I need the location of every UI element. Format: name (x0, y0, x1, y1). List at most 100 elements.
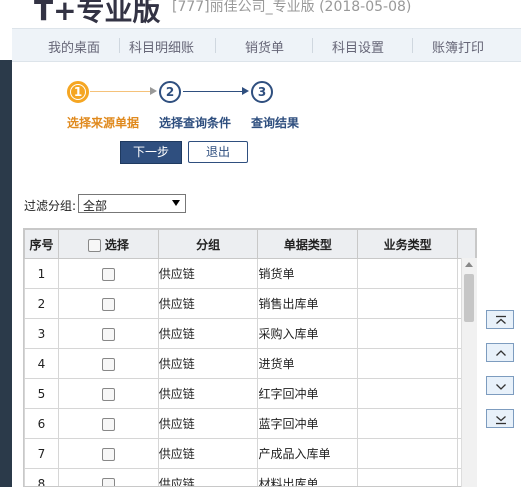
scrollbar-thumb[interactable] (464, 274, 474, 322)
row-checkbox[interactable] (101, 267, 115, 281)
row-biz-type (357, 468, 458, 486)
row-group: 供应链 (157, 438, 259, 469)
row-checkbox[interactable] (101, 357, 115, 371)
row-select-cell[interactable] (57, 318, 159, 349)
row-select-cell[interactable] (57, 468, 159, 486)
row-index: 7 (24, 438, 59, 469)
row-biz-type (357, 348, 458, 379)
row-biz-type (357, 258, 458, 289)
column-header-index: 序号 (24, 229, 59, 259)
app-sidebar-strip (0, 60, 12, 487)
row-index: 8 (24, 468, 59, 486)
nav-bar: 我的桌面 科目明细账 销货单 科目设置 账簿打印 (12, 28, 521, 62)
step-3-label: 查询结果 (251, 116, 300, 130)
filter-group-select[interactable]: 全部 (78, 194, 186, 213)
row-biz-type (357, 288, 458, 319)
row-select-cell[interactable] (57, 408, 159, 439)
row-doc-type: 产成品入库单 (257, 438, 359, 469)
row-index: 4 (24, 348, 59, 379)
move-to-bottom-button[interactable] (486, 409, 514, 428)
nav-tab-sales-order[interactable]: 销货单 (245, 37, 284, 56)
table-row[interactable]: 8 供应链 材料出库单 (24, 468, 476, 486)
row-index: 6 (24, 408, 59, 439)
move-top-icon (496, 315, 506, 324)
row-biz-type (357, 378, 458, 409)
nav-divider (412, 38, 413, 53)
move-up-icon (496, 350, 506, 356)
app-header: T+专业版 [777]丽佳公司_专业版 (2018-05-08) (0, 0, 521, 27)
next-step-button[interactable]: 下一步 (120, 141, 182, 164)
row-checkbox[interactable] (101, 327, 115, 341)
row-group: 供应链 (157, 288, 259, 319)
nav-divider (312, 38, 313, 53)
table-row[interactable]: 2 供应链 销售出库单 (24, 288, 476, 319)
column-header-group[interactable]: 分组 (157, 229, 259, 259)
exit-button[interactable]: 退出 (188, 141, 248, 163)
row-select-cell[interactable] (57, 438, 159, 469)
move-bottom-icon (496, 416, 506, 425)
row-biz-type (357, 408, 458, 439)
row-select-cell[interactable] (57, 378, 159, 409)
app-logo: T+专业版 (34, 0, 161, 27)
step-3-circle: 3 (251, 81, 273, 103)
row-doc-type: 红字回冲单 (257, 378, 359, 409)
nav-tab-account-detail[interactable]: 科目明细账 (129, 37, 194, 56)
row-checkbox[interactable] (101, 447, 115, 461)
row-doc-type: 蓝字回冲单 (257, 408, 359, 439)
filter-group-label: 过滤分组: (24, 199, 77, 213)
row-checkbox[interactable] (101, 387, 115, 401)
row-doc-type: 采购入库单 (257, 318, 359, 349)
row-doc-type: 材料出库单 (257, 468, 359, 486)
move-to-top-button[interactable] (486, 310, 514, 329)
row-index: 5 (24, 378, 59, 409)
nav-divider (119, 38, 120, 53)
step-1-label: 选择来源单据 (67, 116, 140, 130)
row-biz-type (357, 318, 458, 349)
column-header-spacer (457, 229, 476, 259)
row-checkbox[interactable] (101, 477, 115, 486)
step-connector (183, 91, 242, 92)
table-row[interactable]: 3 供应链 采购入库单 (24, 318, 476, 349)
column-header-doc-type[interactable]: 单据类型 (257, 229, 359, 259)
nav-tab-account-settings[interactable]: 科目设置 (332, 37, 384, 56)
row-biz-type (357, 438, 458, 469)
column-header-select[interactable]: 选择 (57, 229, 159, 259)
move-down-button[interactable] (486, 376, 514, 395)
row-select-cell[interactable] (57, 348, 159, 379)
table-row[interactable]: 5 供应链 红字回冲单 (24, 378, 476, 409)
row-index: 1 (24, 258, 59, 289)
arrow-right-icon (242, 87, 249, 95)
row-select-cell[interactable] (57, 258, 159, 289)
arrow-right-icon (150, 87, 157, 95)
nav-divider (215, 38, 216, 53)
filter-group-value: 全部 (83, 199, 108, 213)
row-group: 供应链 (157, 378, 259, 409)
step-1-circle: 1 (67, 81, 89, 103)
move-up-button[interactable] (486, 343, 514, 362)
step-2-circle: 2 (159, 81, 181, 103)
row-index: 3 (24, 318, 59, 349)
table-row[interactable]: 4 供应链 进货单 (24, 348, 476, 379)
table-header-row: 序号 选择 分组 单据类型 业务类型 (24, 229, 476, 259)
row-group: 供应链 (157, 258, 259, 289)
row-index: 2 (24, 288, 59, 319)
step-connector (90, 91, 150, 92)
table-vertical-scrollbar[interactable] (461, 258, 477, 487)
company-title: [777]丽佳公司_专业版 (2018-05-08) (172, 0, 412, 15)
move-down-icon (496, 384, 506, 390)
select-all-checkbox[interactable] (87, 238, 101, 252)
column-header-biz-type[interactable]: 业务类型 (357, 229, 458, 259)
nav-tab-desktop[interactable]: 我的桌面 (48, 37, 100, 56)
row-checkbox[interactable] (101, 297, 115, 311)
nav-tab-ledger-print[interactable]: 账簿打印 (432, 37, 484, 56)
scroll-up-arrow-icon[interactable] (465, 262, 473, 267)
row-checkbox[interactable] (101, 417, 115, 431)
table-row[interactable]: 6 供应链 蓝字回冲单 (24, 408, 476, 439)
table-row[interactable]: 1 供应链 销货单 (24, 258, 476, 289)
row-doc-type: 销货单 (257, 258, 359, 289)
table-row[interactable]: 7 供应链 产成品入库单 (24, 438, 476, 469)
row-doc-type: 销售出库单 (257, 288, 359, 319)
document-type-grid: 序号 选择 分组 单据类型 业务类型 1 供应链 销货单 2 供应链 销售出库单… (23, 228, 477, 487)
row-select-cell[interactable] (57, 288, 159, 319)
dropdown-arrow-icon (172, 200, 180, 206)
